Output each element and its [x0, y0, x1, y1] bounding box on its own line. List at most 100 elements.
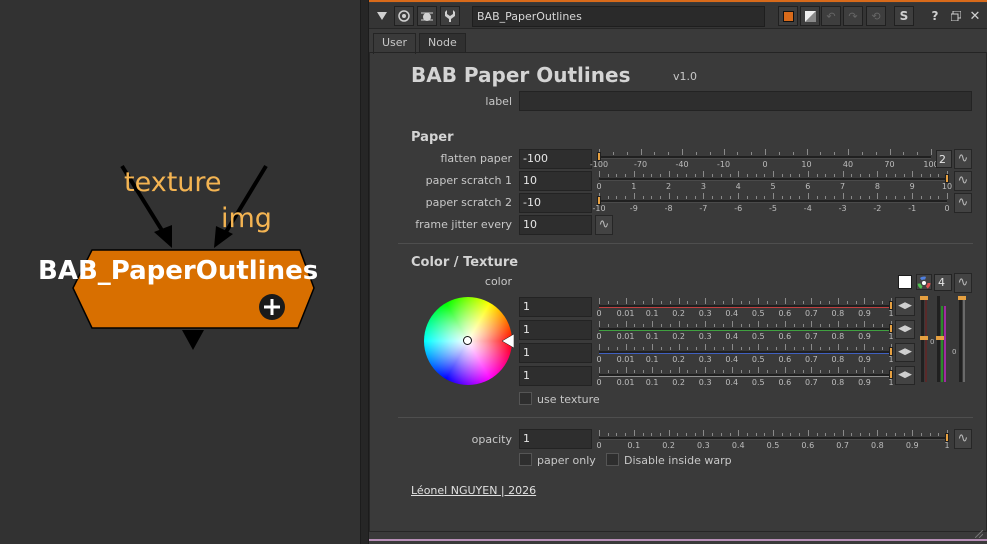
- blue-channel-slider[interactable]: 0 0.01 0.1 0.2 0.3 0.4 0.5 0.6 0.7 0.8 0.9 1: [595, 342, 895, 364]
- slider-minor-tick: [746, 196, 748, 199]
- blue-channel-arrows-icon[interactable]: ◀▶: [895, 343, 915, 362]
- slider-minor-tick: [781, 433, 783, 436]
- slider-tick-label: -40: [675, 160, 689, 169]
- undo-icon[interactable]: ↶: [821, 6, 841, 26]
- slider-minor-tick: [729, 433, 731, 436]
- node-graph[interactable]: texture img BAB_PaperOutlines: [0, 0, 360, 544]
- slider-minor-tick: [873, 370, 875, 373]
- node-name-field[interactable]: BAB_PaperOutlines: [472, 6, 765, 27]
- tab-node[interactable]: Node: [419, 33, 466, 53]
- color-swatch-button[interactable]: [898, 275, 912, 289]
- revert-icon[interactable]: ⟲: [866, 6, 886, 26]
- slider-handle[interactable]: [889, 324, 893, 333]
- tab-user[interactable]: User: [373, 33, 417, 54]
- color-curve-icon[interactable]: ∿: [954, 273, 972, 293]
- slider-tick: [773, 171, 774, 177]
- slider-track[interactable]: [599, 437, 947, 440]
- disable-inside-warp-label: Disable inside warp: [624, 454, 732, 467]
- slider-handle[interactable]: [597, 152, 601, 161]
- slider-minor-tick: [903, 433, 905, 436]
- slider-minor-tick: [860, 174, 861, 177]
- color-wheel-value-pointer[interactable]: [502, 334, 514, 348]
- slider-tick: [668, 193, 670, 199]
- blue-channel-field[interactable]: 1: [519, 343, 592, 363]
- close-icon[interactable]: ✕: [965, 6, 985, 26]
- slider-track[interactable]: [599, 374, 891, 377]
- opacity-field[interactable]: 1: [519, 429, 592, 449]
- paper-scratch-2-slider[interactable]: -10 -9 -8 -7 -6 -5 -4 -3 -2 -1 0: [592, 191, 951, 213]
- add-input-icon[interactable]: [259, 294, 285, 320]
- alpha-channel-slider[interactable]: 0 0.01 0.1 0.2 0.3 0.4 0.5 0.6 0.7 0.8 0.9 1: [595, 365, 895, 387]
- slider-minor-tick: [714, 347, 716, 350]
- red-channel-arrows-icon[interactable]: ◀▶: [895, 297, 915, 316]
- slider-tick-label: 0.9: [858, 309, 871, 318]
- help-icon[interactable]: ?: [925, 6, 945, 26]
- red-channel-slider[interactable]: 0 0.01 0.1 0.2 0.3 0.4 0.5 0.6 0.7 0.8 0.9 1: [595, 296, 895, 318]
- panel-divider[interactable]: [360, 0, 369, 544]
- slider-handle[interactable]: [945, 433, 949, 442]
- paper-scratch-1-slider[interactable]: 0 1 2 3 4 5 6 7 8 9 10: [595, 169, 952, 191]
- alpha-channel-arrows-icon[interactable]: ◀▶: [895, 366, 915, 385]
- slider-track[interactable]: [599, 351, 891, 354]
- paper-only-checkbox[interactable]: [519, 453, 532, 466]
- resize-grip-icon[interactable]: [974, 523, 984, 539]
- collapse-triangle-icon[interactable]: [372, 6, 392, 26]
- slider-track[interactable]: [599, 328, 891, 331]
- author-credit-link[interactable]: Léonel NGUYEN | 2026: [411, 484, 536, 497]
- slider-minor-tick: [802, 301, 804, 304]
- redo-icon[interactable]: ↷: [843, 6, 863, 26]
- slider-handle[interactable]: [597, 196, 601, 205]
- slider-track[interactable]: [599, 156, 931, 159]
- flatten-paper-field[interactable]: -100: [519, 149, 592, 169]
- opacity-slider[interactable]: 0 0.1 0.2 0.3 0.4 0.5 0.6 0.7 0.8 0.9 1: [595, 428, 951, 450]
- green-channel-slider[interactable]: 0 0.01 0.1 0.2 0.3 0.4 0.5 0.6 0.7 0.8 0.9 1: [595, 319, 895, 341]
- wrench-icon[interactable]: [440, 6, 460, 26]
- green-channel-arrows-icon[interactable]: ◀▶: [895, 320, 915, 339]
- alpha-channel-field[interactable]: 1: [519, 366, 592, 386]
- disable-inside-warp-checkbox[interactable]: [606, 453, 619, 466]
- flatten-paper-badge[interactable]: 2: [936, 150, 952, 168]
- frame-jitter-curve-icon[interactable]: ∿: [595, 215, 613, 235]
- use-texture-checkbox[interactable]: [519, 392, 532, 405]
- output-arrow[interactable]: [182, 330, 204, 350]
- slider-minor-tick: [696, 347, 698, 350]
- slider-minor-tick: [764, 196, 766, 199]
- slider-handle[interactable]: [945, 174, 949, 183]
- slider-minor-tick: [694, 174, 696, 177]
- vertical-color-sliders[interactable]: 0 0: [918, 296, 974, 386]
- slider-tick: [784, 367, 786, 373]
- slider-handle[interactable]: [889, 301, 893, 310]
- slider-minor-tick: [737, 152, 739, 155]
- slider-tick-label: -10: [716, 160, 731, 169]
- split-swatch-icon[interactable]: [800, 6, 820, 26]
- flatten-paper-curve-icon[interactable]: ∿: [954, 149, 972, 169]
- red-channel-field[interactable]: 1: [519, 297, 592, 317]
- slider-track[interactable]: [599, 200, 947, 203]
- target-icon[interactable]: [394, 6, 414, 26]
- label-field[interactable]: [519, 91, 972, 111]
- green-channel-field[interactable]: 1: [519, 320, 592, 340]
- slider-track[interactable]: [599, 305, 891, 308]
- float-icon[interactable]: [946, 6, 966, 26]
- flatten-paper-slider[interactable]: -100 -70 -40 -10 0 10 40 70 100: [590, 147, 939, 169]
- script-icon[interactable]: S: [894, 6, 914, 26]
- color-wheel-cursor[interactable]: [463, 336, 472, 345]
- slider-minor-tick: [775, 347, 777, 350]
- channel-count[interactable]: 4: [934, 274, 952, 291]
- paper-scratch-1-field[interactable]: 10: [519, 171, 592, 191]
- slider-tick-label: 0.4: [731, 441, 745, 450]
- slider-tick-label: 0.01: [616, 332, 635, 341]
- bug-icon[interactable]: [417, 6, 437, 26]
- paper-scratch-1-curve-icon[interactable]: ∿: [954, 171, 972, 191]
- slider-handle[interactable]: [889, 347, 893, 356]
- opacity-curve-icon[interactable]: ∿: [954, 429, 972, 449]
- paper-scratch-2-curve-icon[interactable]: ∿: [954, 193, 972, 213]
- node-color-button[interactable]: [778, 6, 798, 26]
- slider-tick-label: 0.6: [778, 332, 792, 341]
- slider-handle[interactable]: [889, 370, 893, 379]
- frame-jitter-field[interactable]: 10: [519, 215, 592, 235]
- color-wheel-button[interactable]: [916, 274, 932, 290]
- paper-scratch-2-field[interactable]: -10: [519, 193, 592, 213]
- slider-track[interactable]: [599, 178, 947, 181]
- color-wheel[interactable]: [424, 297, 512, 385]
